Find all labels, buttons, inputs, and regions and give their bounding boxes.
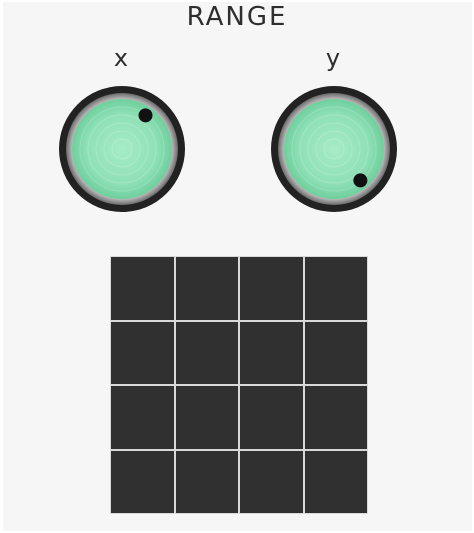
grid-cell[interactable] xyxy=(240,257,303,320)
pad-grid xyxy=(110,256,368,514)
panel-title: RANGE xyxy=(186,2,288,32)
grid-cell[interactable] xyxy=(304,450,367,513)
grid-cell[interactable] xyxy=(111,257,174,320)
grid-cell[interactable] xyxy=(175,450,238,513)
grid-cell[interactable] xyxy=(175,386,238,449)
grid-cell[interactable] xyxy=(304,386,367,449)
knob-dial-icon xyxy=(271,86,397,212)
grid-cell[interactable] xyxy=(240,386,303,449)
grid-cell[interactable] xyxy=(240,321,303,384)
grid-cell[interactable] xyxy=(175,257,238,320)
grid-cell[interactable] xyxy=(111,450,174,513)
grid-cell[interactable] xyxy=(304,257,367,320)
knob-y-label: y xyxy=(325,44,341,72)
grid-cell[interactable] xyxy=(111,386,174,449)
knob-x[interactable] xyxy=(58,85,186,213)
knob-dial-icon xyxy=(59,86,185,212)
grid-cell[interactable] xyxy=(240,450,303,513)
grid-cell[interactable] xyxy=(304,321,367,384)
knob-x-label: x xyxy=(113,44,129,72)
knob-y[interactable] xyxy=(270,85,398,213)
grid-cell[interactable] xyxy=(175,321,238,384)
grid-cell[interactable] xyxy=(111,321,174,384)
